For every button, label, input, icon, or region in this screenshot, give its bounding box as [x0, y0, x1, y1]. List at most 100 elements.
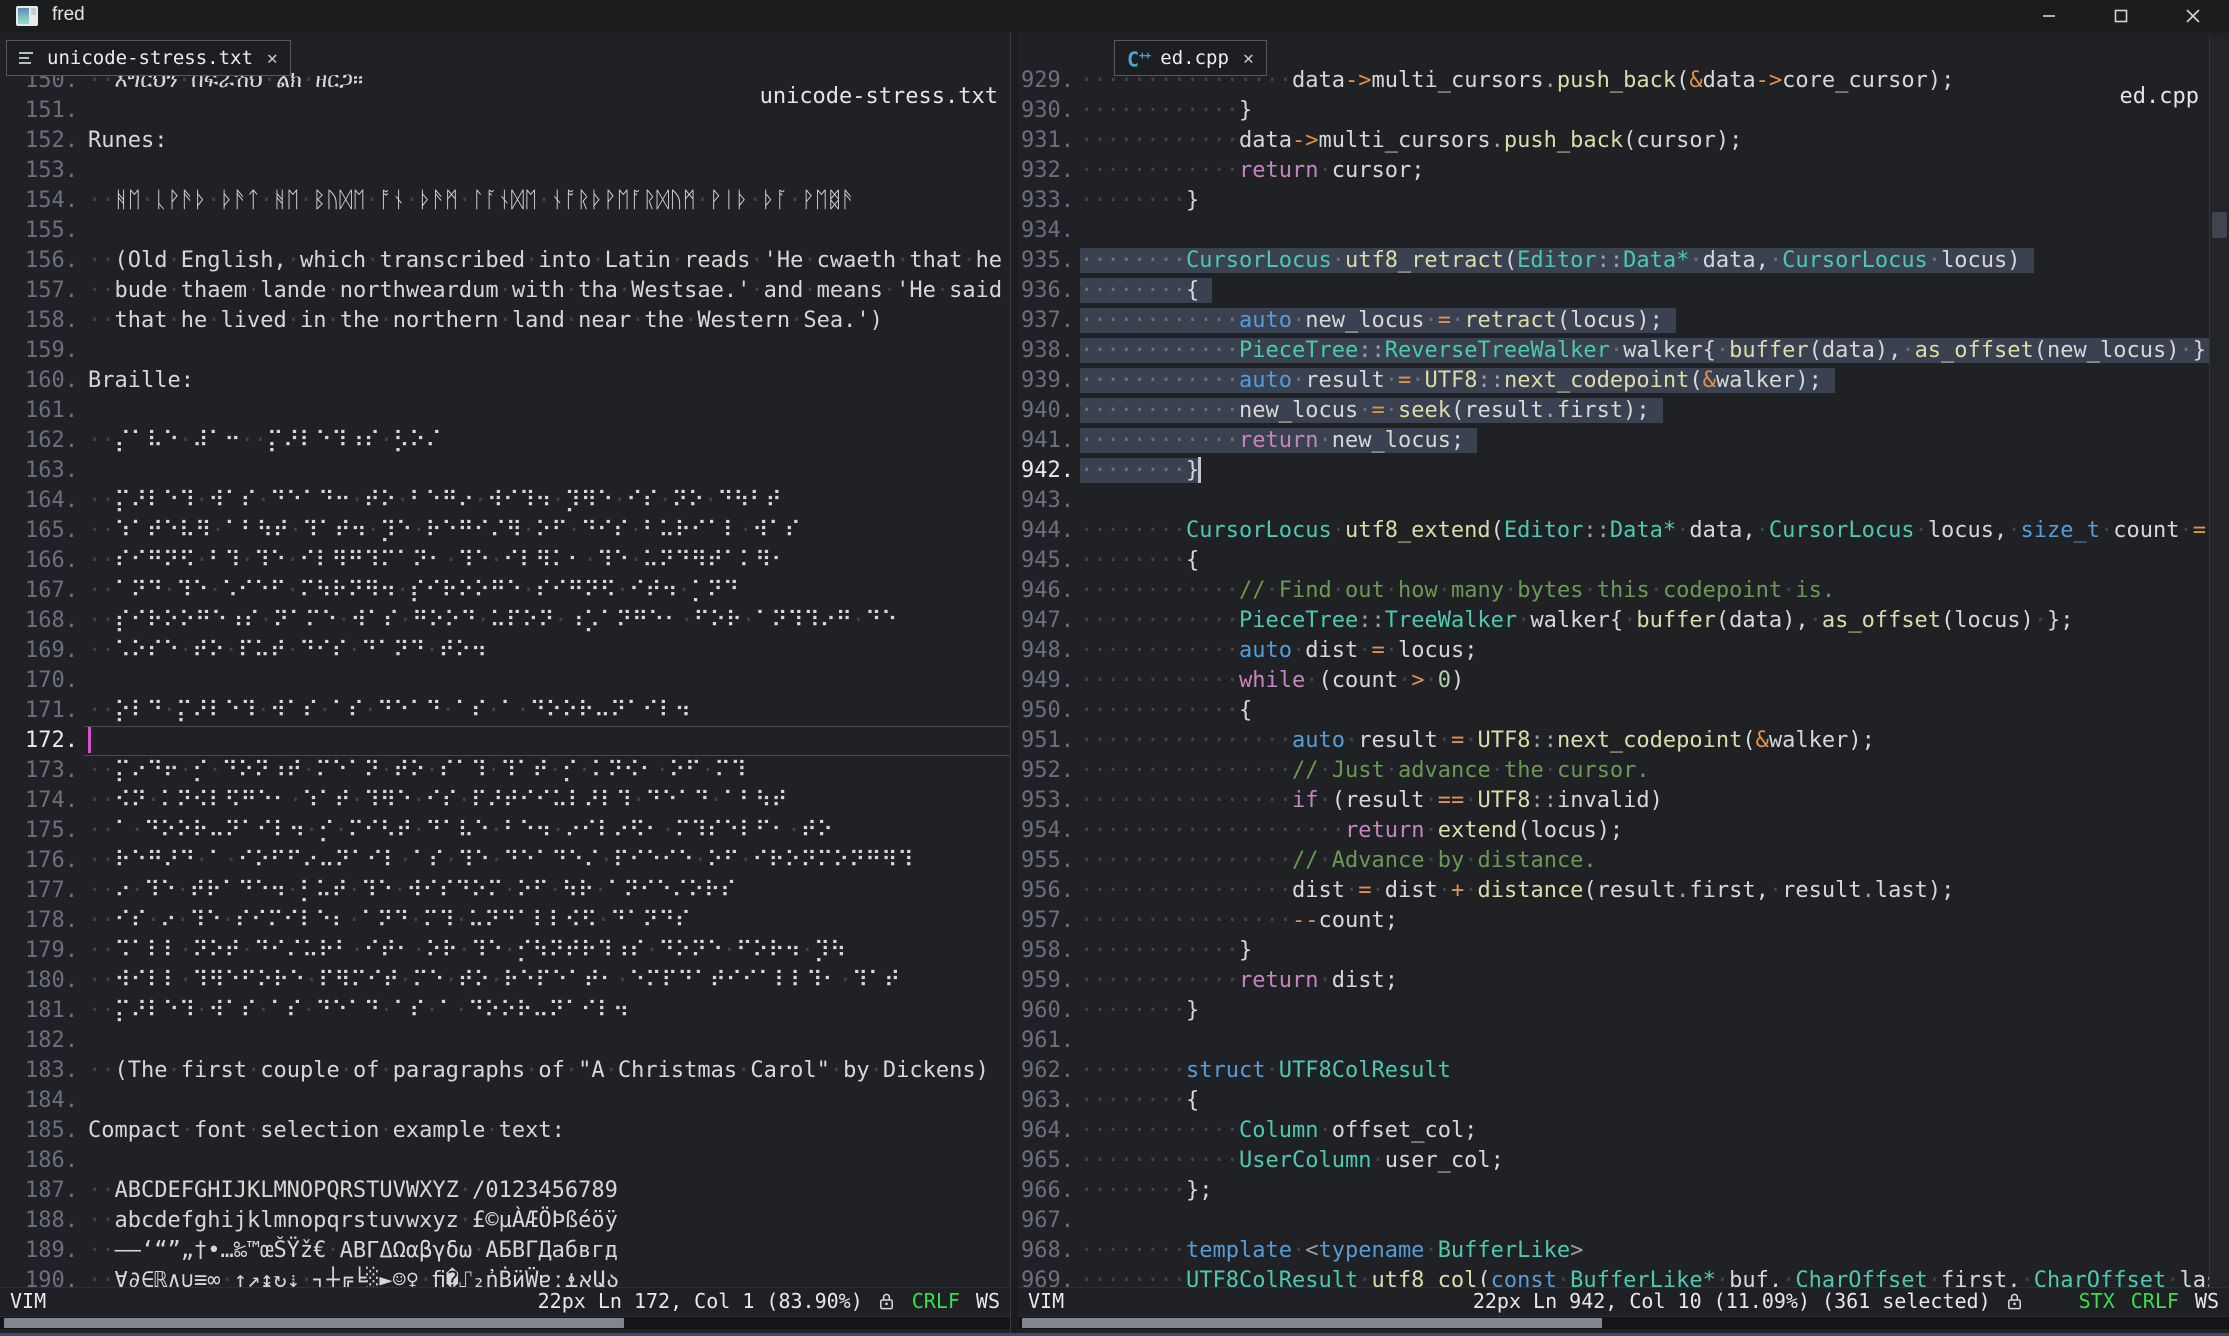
code-line[interactable]: 933.········} [1018, 186, 2229, 216]
maximize-button[interactable] [2085, 0, 2157, 32]
close-button[interactable] [2157, 0, 2229, 32]
code-line[interactable]: 934. [1018, 216, 2229, 246]
code-line[interactable]: 955.················//·Advance·by·distan… [1018, 846, 2229, 876]
left-editor-pane[interactable]: unicode-stress.txt ✕ unicode-stress.txt … [0, 32, 1010, 1333]
code-line[interactable]: 946.············//·Find·out·how·many·byt… [1018, 576, 2229, 606]
code-line[interactable]: 968.········template·<typename·BufferLik… [1018, 1236, 2229, 1266]
code-line[interactable]: 947.············PieceTree::TreeWalker·wa… [1018, 606, 2229, 636]
code-line[interactable]: 163. [0, 456, 1010, 486]
right-editor-pane[interactable]: C++ ed.cpp ✕ ed.cpp 929.················… [1018, 32, 2229, 1333]
code-line[interactable]: 166.··⠎⠊⠛⠝⠫·⠃⠹·⠹⠑·⠊⠇⠻⠛⠹⠍⠁⠝⠂·⠹⠑·⠊⠇⠻⠅⠂·⠹⠑·… [0, 546, 1010, 576]
code-line[interactable]: 168.··⡎⠊⠗⠕⠕⠛⠑⠰⠎·⠝⠁⠍⠑·⠺⠁⠎·⠛⠕⠕⠙·⠥⠏⠕⠝·⠰⡡⠁⠝⠛… [0, 606, 1010, 636]
code-line[interactable]: 942.········} [1018, 456, 2229, 486]
code-line[interactable]: 189.··–—‘“”„†•…‰™œŠŸž€·ΑΒΓΔΩαβγδω·АБВГДа… [0, 1236, 1010, 1266]
code-line[interactable]: 165.··⠱⠁⠞⠑⠧⠻·⠁⠃⠳⠞·⠹⠁⠞⠲·⡹⠑·⠗⠑⠛⠊⠌⠻·⠕⠋·⠙⠊⠎·… [0, 516, 1010, 546]
code-line[interactable]: 162.··⡌⠁⠧⠑·⠼⠁⠒··⡍⠜⠇⠑⠹⠰⠎·⡣⠕⠌ [0, 426, 1010, 456]
code-line[interactable]: 936.········{ [1018, 276, 2229, 306]
code-line[interactable]: 964.············Column·offset_col; [1018, 1116, 2229, 1146]
code-line[interactable]: 184. [0, 1086, 1010, 1116]
title-bar[interactable]: fred [0, 0, 2229, 32]
code-line[interactable]: 961. [1018, 1026, 2229, 1056]
tab-ed-cpp[interactable]: C++ ed.cpp ✕ [1114, 40, 1267, 76]
code-line[interactable]: 938.············PieceTree::ReverseTreeWa… [1018, 336, 2229, 366]
code-line[interactable]: 171.··⡕⠇⠙·⡍⠜⠇⠑⠹·⠺⠁⠎·⠁⠎·⠙⠑⠁⠙·⠁⠎·⠁·⠙⠕⠕⠗⠤⠝⠁… [0, 696, 1010, 726]
code-line[interactable]: 939.············auto·result·=·UTF8::next… [1018, 366, 2229, 396]
code-line[interactable]: 956.················dist·=·dist·+·distan… [1018, 876, 2229, 906]
code-line[interactable]: 945.········{ [1018, 546, 2229, 576]
code-line[interactable]: 943. [1018, 486, 2229, 516]
code-line[interactable]: 937.············auto·new_locus·=·retract… [1018, 306, 2229, 336]
code-line[interactable]: 190.··∀∂∈ℝ∧∪≡∞·↑↗↨↻⇣·┐┼╔╘░►☺♀·ﬁ�⑀₂ἠḂӥẄɐː… [0, 1266, 1010, 1287]
left-code-area[interactable]: 150.··እግርህን·በፍራሽህ·ልክ·ዘርጋ።151.152.Runes:1… [0, 32, 1010, 1287]
code-line[interactable]: 950.············{ [1018, 696, 2229, 726]
code-line[interactable]: 944.········CursorLocus·utf8_extend(Edit… [1018, 516, 2229, 546]
code-line[interactable]: 181.··⡍⠜⠇⠑⠹·⠺⠁⠎·⠁⠎·⠙⠑⠁⠙·⠁⠎·⠁·⠙⠕⠕⠗⠤⠝⠁⠊⠇⠲ [0, 996, 1010, 1026]
right-code-area[interactable]: 929.················data->multi_cursors.… [1018, 32, 2229, 1287]
code-line[interactable]: 170. [0, 666, 1010, 696]
code-line[interactable]: 152.Runes: [0, 126, 1010, 156]
right-vertical-scrollbar[interactable] [2209, 36, 2229, 1287]
code-line[interactable]: 164.··⡍⠜⠇⠑⠹·⠺⠁⠎·⠙⠑⠁⠙⠒·⠞⠕·⠃⠑⠛⠔·⠺⠊⠹⠲·⡹⠻⠑·⠊… [0, 486, 1010, 516]
right-hscroll-thumb[interactable] [1022, 1318, 1602, 1328]
code-line[interactable]: 949.············while·(count·>·0) [1018, 666, 2229, 696]
code-line[interactable]: 155. [0, 216, 1010, 246]
code-line[interactable]: 962.········struct·UTF8ColResult [1018, 1056, 2229, 1086]
minimize-button[interactable] [2013, 0, 2085, 32]
code-line[interactable]: 966.········}; [1018, 1176, 2229, 1206]
code-line[interactable]: 187.··ABCDEFGHIJKLMNOPQRSTUVWXYZ·/012345… [0, 1176, 1010, 1206]
code-line[interactable]: 930.············} [1018, 96, 2229, 126]
code-line[interactable]: 177.··⠔·⠹⠑·⠞⠗⠁⠙⠑⠲·⡃⠥⠞·⠹⠑·⠺⠊⠎⠙⠕⠍·⠕⠋·⠳⠗·⠁⠝… [0, 876, 1010, 906]
code-line[interactable]: 951.················auto·result·=·UTF8::… [1018, 726, 2229, 756]
code-line[interactable]: 180.··⠺⠊⠇⠇·⠹⠻⠑⠋⠕⠗⠑·⠏⠻⠍⠊⠞·⠍⠑·⠞⠕·⠗⠑⠏⠑⠁⠞⠂·⠑… [0, 966, 1010, 996]
code-line[interactable]: 183.··(The·first·couple·of·paragraphs·of… [0, 1056, 1010, 1086]
code-line[interactable]: 167.··⠁⠝⠙·⠹⠑·⠡⠊⠑⠋·⠍⠳⠗⠝⠻⠲·⡎⠊⠗⠕⠕⠛⠑·⠎⠊⠛⠝⠫·⠊… [0, 576, 1010, 606]
code-line[interactable]: 175.··⠁·⠙⠕⠕⠗⠤⠝⠁⠊⠇⠲·⡊·⠍⠊⠣⠞·⠙⠁⠧⠑·⠃⠑⠲·⠔⠊⠇⠔⠫… [0, 816, 1010, 846]
code-line[interactable]: 188.··abcdefghijklmnopqrstuvwxyz·£©µÀÆÖÞ… [0, 1206, 1010, 1236]
code-line[interactable]: 932.············return·cursor; [1018, 156, 2229, 186]
code-line[interactable]: 153. [0, 156, 1010, 186]
code-line[interactable]: 158.··that·he·lived·in·the·northern·land… [0, 306, 1010, 336]
code-line[interactable]: 161. [0, 396, 1010, 426]
code-line[interactable]: 185.Compact·font·selection·example·text: [0, 1116, 1010, 1146]
code-line[interactable]: 963.········{ [1018, 1086, 2229, 1116]
right-horizontal-scrollbar[interactable] [1018, 1316, 2229, 1329]
code-line[interactable]: 156.··(Old·English,·which·transcribed·in… [0, 246, 1010, 276]
code-line[interactable]: 960.········} [1018, 996, 2229, 1026]
code-line[interactable]: 173.··⡍⠔⠙⠖·⡊·⠙⠕⠝⠰⠞·⠍⠑⠁⠝·⠞⠕·⠎⠁⠹·⠹⠁⠞·⡊·⠅⠝⠪… [0, 756, 1010, 786]
code-line[interactable]: 157.··bude·thaem·lande·northweardum·with… [0, 276, 1010, 306]
left-horizontal-scrollbar[interactable] [0, 1316, 1010, 1329]
code-line[interactable]: 954.····················return·extend(lo… [1018, 816, 2229, 846]
code-line[interactable]: 953.················if·(result·==·UTF8::… [1018, 786, 2229, 816]
code-line[interactable]: 154.··ᚻᛖ·ᚳᚹᚫᚦ·ᚦᚫᛏ·ᚻᛖ·ᛒᚢᛞᛖ·ᚩᚾ·ᚦᚫᛗ·ᛚᚪᚾᛞᛖ·ᚾ… [0, 186, 1010, 216]
tab-unicode-stress-txt[interactable]: unicode-stress.txt ✕ [6, 40, 291, 76]
code-line[interactable]: 948.············auto·dist·=·locus; [1018, 636, 2229, 666]
line-number: 180. [0, 966, 78, 996]
code-line[interactable]: 957.················--count; [1018, 906, 2229, 936]
code-line[interactable]: 969.········UTF8ColResult·utf8_col(const… [1018, 1266, 2229, 1287]
line-number: 929. [1018, 66, 1074, 96]
code-line[interactable]: 935.········CursorLocus·utf8_retract(Edi… [1018, 246, 2229, 276]
code-line[interactable]: 160.Braille: [0, 366, 1010, 396]
code-line[interactable]: 967. [1018, 1206, 2229, 1236]
code-line[interactable]: 931.············data->multi_cursors.push… [1018, 126, 2229, 156]
code-line[interactable]: 941.············return·new_locus; [1018, 426, 2229, 456]
code-line[interactable]: 952.················//·Just·advance·the·… [1018, 756, 2229, 786]
code-line[interactable]: 179.··⠩⠁⠇⠇·⠝⠕⠞·⠙⠊⠌⠥⠗⠃·⠊⠞⠂·⠕⠗·⠹⠑·⡊⠳⠝⠞⠗⠹⠰⠎… [0, 936, 1010, 966]
line-number: 190. [0, 1266, 78, 1287]
code-line[interactable]: 172. [0, 726, 1010, 756]
code-line[interactable]: 169.··⠡⠕⠎⠑·⠞⠕·⠏⠥⠞·⠙⠊⠎·⠙⠁⠝⠙·⠞⠕⠲ [0, 636, 1010, 666]
code-line[interactable]: 940.············new_locus·=·seek(result.… [1018, 396, 2229, 426]
code-line[interactable]: 182. [0, 1026, 1010, 1056]
left-hscroll-thumb[interactable] [4, 1318, 624, 1328]
code-line[interactable]: 965.············UserColumn·user_col; [1018, 1146, 2229, 1176]
code-line[interactable]: 959.············return·dist; [1018, 966, 2229, 996]
code-line[interactable]: 176.··⠗⠑⠛⠜⠙·⠁·⠊⠕⠋⠋⠔⠤⠝⠁⠊⠇·⠁⠎·⠹⠑·⠙⠑⠁⠙⠑⠌·⠏⠊… [0, 846, 1010, 876]
code-line[interactable]: 178.··⠊⠎·⠔·⠹⠑·⠎⠊⠍⠊⠇⠑⠆·⠁⠝⠙·⠍⠹·⠥⠝⠙⠁⠇⠇⠪⠫·⠙⠁… [0, 906, 1010, 936]
code-line[interactable]: 186. [0, 1146, 1010, 1176]
code-line[interactable]: 958.············} [1018, 936, 2229, 966]
right-vscroll-thumb[interactable] [2212, 212, 2227, 238]
tab-close-icon[interactable]: ✕ [267, 48, 278, 69]
tab-close-icon[interactable]: ✕ [1243, 48, 1254, 69]
code-line[interactable]: 159. [0, 336, 1010, 366]
code-line[interactable]: 174.··⠪⠝·⠅⠝⠪⠇⠫⠛⠑⠂·⠱⠁⠞·⠹⠻⠑·⠊⠎·⠏⠜⠞⠊⠊⠥⠇⠜⠇⠹·… [0, 786, 1010, 816]
